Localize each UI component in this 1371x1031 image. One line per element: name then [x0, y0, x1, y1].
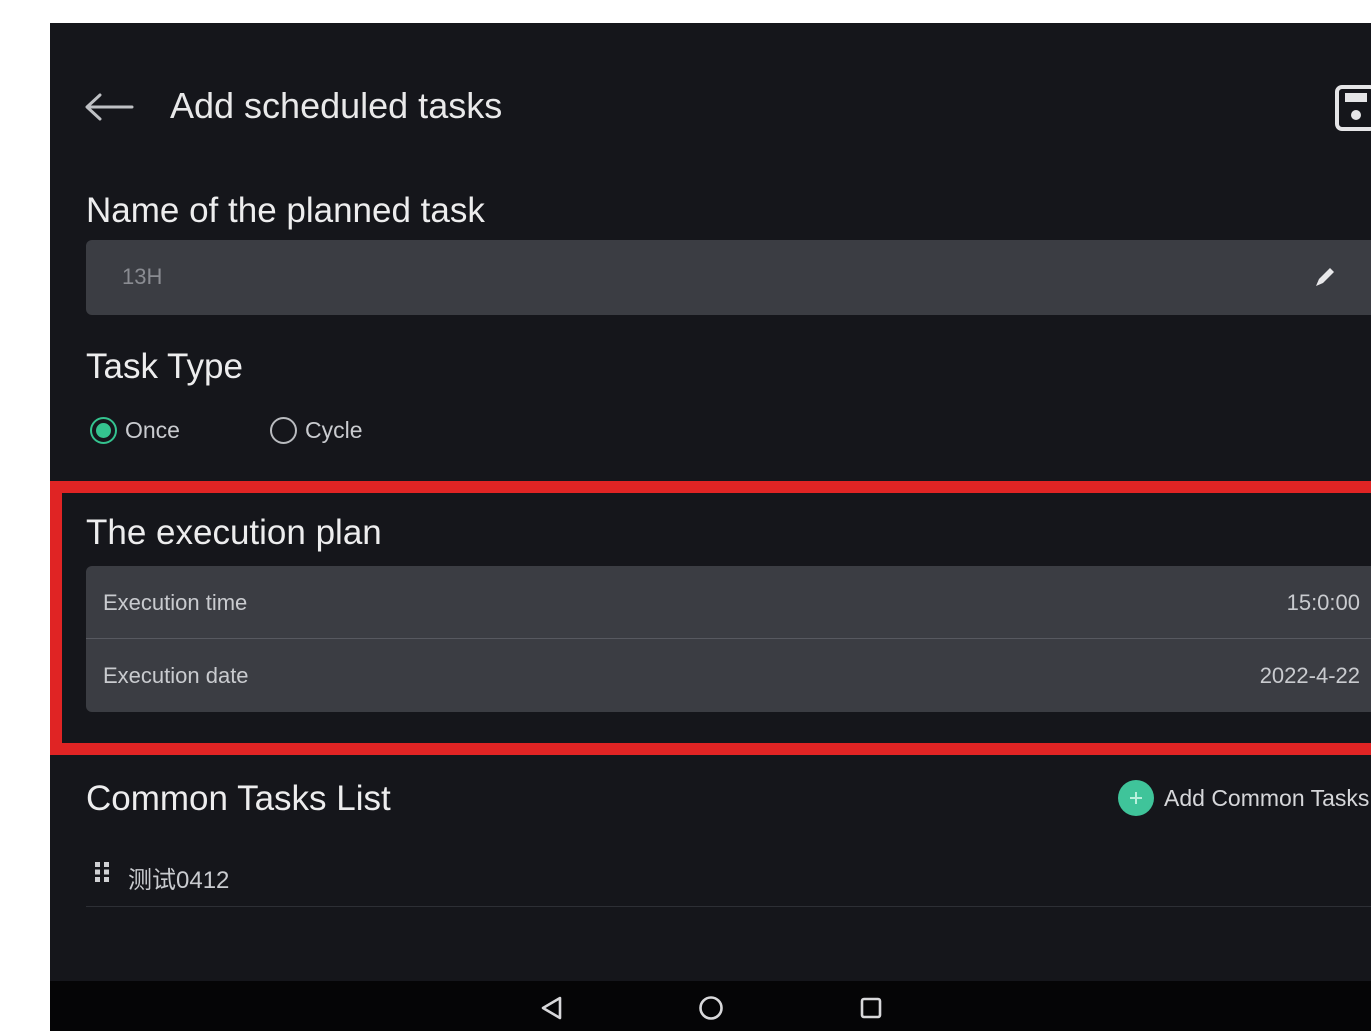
nav-recents-button[interactable] — [854, 991, 888, 1025]
page-title: Add scheduled tasks — [170, 85, 503, 126]
radio-cycle-label: Cycle — [305, 416, 363, 443]
task-type-label: Task Type — [86, 347, 243, 386]
edit-name-button[interactable] — [1312, 264, 1338, 290]
app-screen: Add scheduled tasks Name of the planned … — [50, 23, 1371, 1031]
plus-icon — [1118, 780, 1154, 816]
execution-time-key: Execution time — [103, 590, 248, 615]
execution-date-row[interactable]: Execution date 2022-4-22 — [86, 639, 1371, 712]
execution-time-value: 15:0:00 — [1286, 590, 1360, 615]
task-name-field[interactable]: 13H — [86, 240, 1371, 315]
radio-unchecked-icon — [270, 416, 297, 444]
execution-time-row[interactable]: Execution time 15:0:00 — [86, 566, 1371, 639]
execution-date-key: Execution date — [103, 663, 249, 688]
back-button[interactable] — [82, 87, 138, 127]
triangle-back-icon — [541, 996, 562, 1020]
radio-cycle[interactable]: Cycle — [270, 413, 363, 447]
radio-once[interactable]: Once — [90, 413, 180, 447]
list-item[interactable]: 测试0412 — [86, 855, 1371, 907]
arrow-left-icon — [85, 93, 134, 121]
drag-handle-icon[interactable] — [94, 861, 110, 883]
execution-plan-label: The execution plan — [86, 513, 382, 552]
app-header: Add scheduled tasks — [50, 75, 1371, 141]
radio-once-label: Once — [125, 416, 180, 443]
nav-home-button[interactable] — [694, 991, 728, 1025]
add-common-tasks-button[interactable]: Add Common Tasks — [1118, 779, 1369, 817]
pencil-icon — [1316, 268, 1334, 286]
execution-date-value: 2022-4-22 — [1259, 663, 1360, 688]
common-tasks-label: Common Tasks List — [86, 779, 391, 818]
circle-home-icon — [699, 996, 723, 1020]
task-type-radio-group: Once Cycle — [90, 413, 690, 447]
square-recents-icon — [860, 997, 882, 1019]
add-common-tasks-label: Add Common Tasks — [1164, 784, 1370, 811]
task-name-label: Name of the planned task — [86, 191, 485, 230]
save-button[interactable] — [1334, 84, 1371, 132]
nav-back-button[interactable] — [535, 991, 569, 1025]
task-name-value: 13H — [122, 264, 163, 289]
execution-plan-table: Execution time 15:0:00 Execution date 20… — [86, 566, 1371, 712]
save-icon — [1335, 85, 1371, 131]
radio-checked-icon — [90, 416, 117, 444]
system-nav-bar — [50, 981, 1371, 1031]
common-task-name: 测试0412 — [128, 867, 230, 894]
